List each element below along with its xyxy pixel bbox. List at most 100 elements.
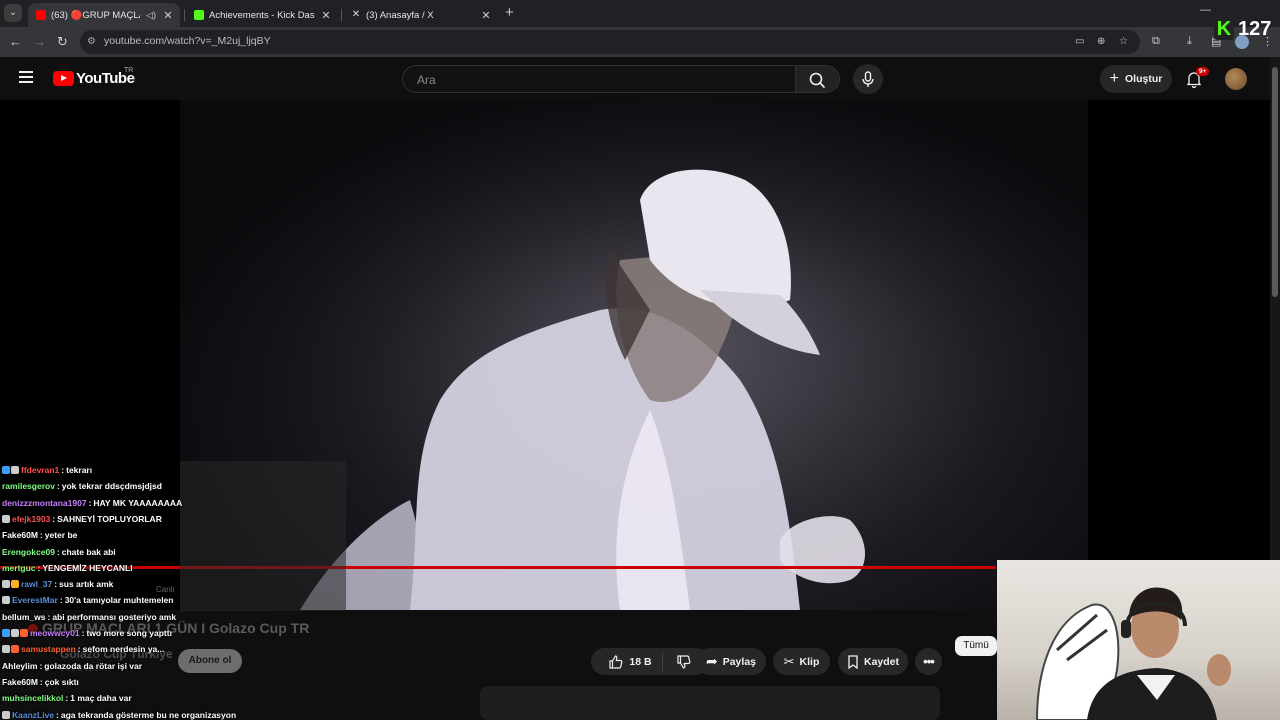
chat-username[interactable]: denizzzmontana1907 [2, 498, 87, 508]
chat-message: denizzzmontana1907 : HAY MK YAAAAAAAA [2, 496, 182, 510]
chat-username[interactable]: efejk1903 [12, 514, 50, 524]
chat-username[interactable]: KaanzLive [12, 710, 54, 720]
chat-message-text: two more song yapttı [86, 628, 172, 638]
chat-separator: : [56, 710, 59, 720]
live-chat-overlay: ffdevran1 : tekrarı ramilesgerov : yok te… [0, 461, 346, 720]
clip-button[interactable]: ✂ Klip [773, 648, 830, 675]
like-dislike-group: 18 B [591, 648, 709, 675]
scrollbar-thumb[interactable] [1272, 67, 1278, 297]
tab-youtube[interactable]: (63) 🔴GRUP MAÇLARI 1.G ◁) ✕ [28, 3, 180, 27]
dislike-button[interactable] [668, 654, 692, 670]
chat-separator: : [88, 498, 92, 508]
address-bar[interactable]: ⚙ youtube.com/watch?v=_M2uj_ljqBY ▭ ⊕ ☆ [80, 30, 1140, 54]
reload-icon[interactable]: ↻ [57, 34, 68, 50]
search-input[interactable] [417, 72, 777, 88]
kick-viewer-badge: K 127 [1214, 17, 1271, 41]
create-label: Oluştur [1125, 73, 1163, 85]
tab-search-button[interactable]: ⌄ [4, 4, 22, 22]
chat-badge-icon [2, 515, 10, 523]
youtube-favicon-icon [36, 10, 46, 20]
bookmark-star-icon[interactable]: ☆ [1119, 36, 1128, 47]
chat-username[interactable]: EverestMar [12, 595, 58, 605]
chat-username[interactable]: mertguc [2, 563, 36, 573]
chat-badge-icons [2, 466, 19, 474]
chat-badge-icon [2, 711, 10, 719]
chat-message: efejk1903 : SAHNEYİ TOPLUYORLAR [2, 512, 162, 526]
chat-message-text: golazoda da rötar işi var [44, 661, 143, 671]
chat-username[interactable]: meowwcy01 [30, 628, 80, 638]
search-button[interactable] [796, 65, 840, 93]
hamburger-menu-icon[interactable] [19, 71, 33, 83]
kick-favicon-icon [194, 10, 204, 20]
youtube-header: YouTube TR + Oluştur [0, 57, 1270, 100]
chat-separator: : [47, 612, 51, 622]
chat-username[interactable]: samustappen [21, 644, 76, 654]
chat-badge-icon [2, 645, 10, 653]
chat-username[interactable]: ffdevran1 [21, 465, 59, 475]
chat-overlay-background [180, 461, 346, 611]
chat-separator: : [39, 661, 43, 671]
forward-icon[interactable]: → [33, 34, 46, 50]
back-icon[interactable]: ← [9, 34, 22, 50]
chat-separator: : [39, 530, 43, 540]
speaker-icon[interactable]: ◁) [145, 10, 157, 21]
tab-close-icon[interactable]: ✕ [480, 9, 492, 22]
tab-close-icon[interactable]: ✕ [320, 9, 332, 22]
chat-message-text: tekrarı [66, 465, 93, 475]
live-label: Canlı [156, 585, 175, 594]
save-button[interactable]: Kaydet [838, 648, 908, 675]
chat-message-text: sefom nerdesin ya... [82, 644, 165, 654]
chat-message-text: abi performansı gosteriyo amk [52, 612, 177, 622]
share-button[interactable]: ➦ Paylaş [696, 648, 766, 675]
downloads-icon[interactable]: ⤓ [1187, 35, 1192, 48]
chat-message: bellum_ws : abi performansı gosteriyo am… [2, 610, 176, 624]
more-actions-button[interactable]: ••• [915, 648, 942, 675]
chat-username[interactable]: muhsincelikkol [2, 693, 63, 703]
extensions-icon[interactable]: ⧉ [1152, 35, 1160, 48]
site-info-icon[interactable]: ⚙ [87, 36, 99, 48]
youtube-logo[interactable]: YouTube [53, 70, 135, 87]
chat-message-text: çok sıktı [44, 677, 79, 687]
tab-close-icon[interactable]: ✕ [162, 9, 174, 22]
chat-message: ffdevran1 : tekrarı [2, 463, 92, 477]
chat-message-text: YENGEMİZ HEYCANLI [42, 563, 133, 573]
account-avatar[interactable] [1225, 68, 1247, 90]
chat-badge-icon [11, 466, 19, 474]
chat-username[interactable]: Fake60M [2, 677, 38, 687]
chat-separator: : [39, 677, 43, 687]
tab-kick-dashboard[interactable]: Achievements - Kick Dashboard ✕ [186, 3, 338, 27]
chat-separator: : [81, 628, 85, 638]
chat-message-text: HAY MK YAAAAAAAA [93, 498, 183, 508]
chat-username[interactable]: rawl_37 [21, 579, 52, 589]
minimize-icon[interactable]: — [1200, 4, 1211, 16]
chat-badge-icon [11, 580, 19, 588]
chat-message-text: 1 maç daha var [70, 693, 132, 703]
cast-icon[interactable]: ▭ [1075, 36, 1084, 47]
chat-username[interactable]: Erengokce09 [2, 547, 55, 557]
chat-badge-icons [2, 711, 10, 719]
chat-message: ramilesgerov : yok tekrar ddsçdmsjdjsd [2, 479, 162, 493]
chat-separator: : [52, 514, 56, 524]
like-button[interactable]: 18 B [608, 652, 663, 671]
create-button[interactable]: + Oluştur [1100, 65, 1172, 93]
chat-separator: : [37, 563, 41, 573]
microphone-icon [862, 71, 874, 87]
chat-badge-icons [2, 515, 10, 523]
chat-message: samustappen : sefom nerdesin ya... [2, 642, 164, 656]
x-favicon-icon: ✕ [351, 9, 361, 20]
chat-username[interactable]: Fake60M [2, 530, 38, 540]
filter-chip-all[interactable]: Tümü [955, 636, 997, 656]
description-box[interactable] [480, 686, 940, 720]
tab-x-home[interactable]: ✕ (3) Anasayfa / X ✕ [343, 3, 498, 27]
chat-username[interactable]: Ahleylim [2, 661, 37, 671]
chat-badge-icon [11, 645, 19, 653]
chat-message-text: SAHNEYİ TOPLUYORLAR [57, 514, 162, 524]
tab-divider [184, 9, 185, 21]
voice-search-button[interactable] [853, 64, 883, 94]
new-tab-button[interactable]: + [505, 5, 514, 21]
chat-username[interactable]: ramilesgerov [2, 481, 55, 491]
zoom-icon[interactable]: ⊕ [1097, 36, 1105, 47]
chat-message: rawl_37 : sus artık amk [2, 577, 113, 591]
chat-username[interactable]: bellum_ws [2, 612, 45, 622]
search-box [402, 65, 796, 93]
